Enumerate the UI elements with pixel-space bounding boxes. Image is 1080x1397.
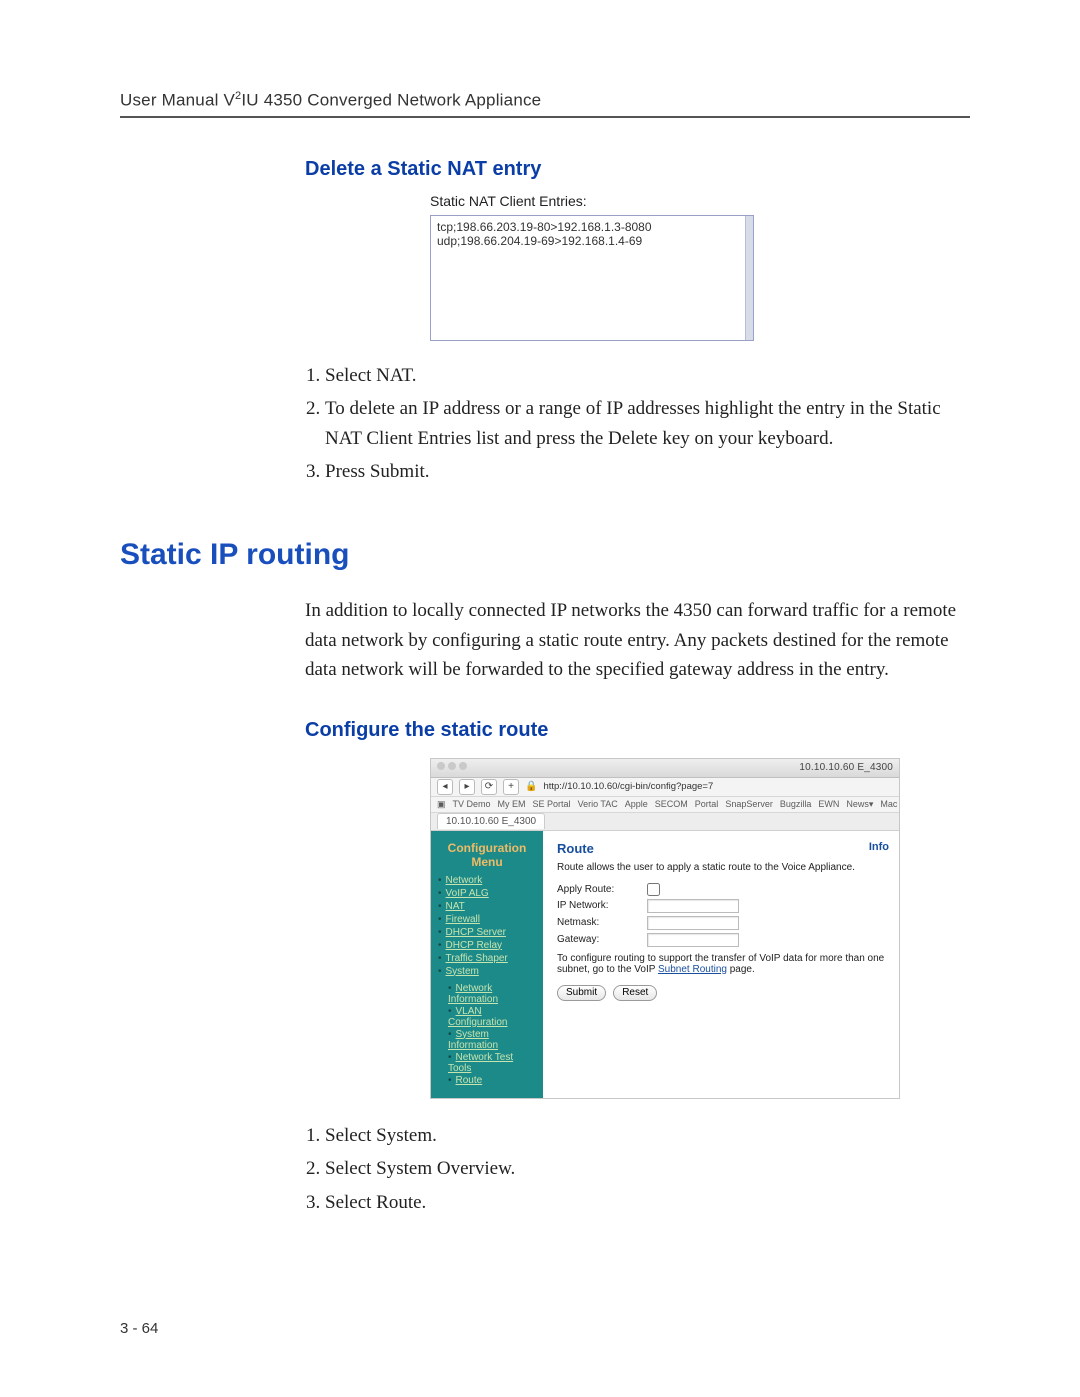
- subnet-routing-link[interactable]: Subnet Routing: [658, 964, 727, 975]
- nav-net-info[interactable]: Network Information: [448, 983, 498, 1005]
- nat-client-entries-figure: Static NAT Client Entries: tcp;198.66.20…: [430, 193, 970, 341]
- bm-0[interactable]: TV Demo: [453, 799, 491, 809]
- nav-system[interactable]: System: [446, 966, 479, 977]
- nat-entries-listbox[interactable]: tcp;198.66.203.19-80>192.168.1.3-8080 ud…: [430, 215, 754, 341]
- page-number: 3 - 64: [120, 1320, 158, 1337]
- netmask-label: Netmask:: [557, 917, 647, 928]
- note-b: page.: [727, 964, 755, 975]
- cfg-step-3: Select Route.: [325, 1186, 970, 1219]
- browser-tab[interactable]: 10.10.10.60 E_4300: [437, 813, 545, 829]
- static-ip-routing-heading: Static IP routing: [120, 538, 970, 572]
- step-3: Press Submit.: [325, 455, 970, 488]
- window-controls[interactable]: [437, 762, 470, 773]
- netmask-input[interactable]: [647, 916, 739, 930]
- configure-route-steps: Select System. Select System Overview. S…: [325, 1119, 970, 1219]
- bm-2[interactable]: SE Portal: [533, 799, 571, 809]
- cfg-step-2: Select System Overview.: [325, 1152, 970, 1185]
- bm-10[interactable]: News▾: [846, 799, 873, 810]
- static-ip-intro: In addition to locally connected IP netw…: [305, 596, 970, 684]
- bm-7[interactable]: SnapServer: [725, 799, 773, 809]
- gateway-label: Gateway:: [557, 934, 647, 945]
- route-note: To configure routing to support the tran…: [557, 953, 889, 975]
- bookmarks-bar[interactable]: ▣ TV Demo My EM SE Portal Verio TAC Appl…: [431, 797, 899, 813]
- route-heading: Route: [557, 841, 594, 856]
- reload-button[interactable]: ⟳: [481, 779, 497, 795]
- info-link[interactable]: Info: [869, 841, 889, 856]
- apply-route-label: Apply Route:: [557, 884, 647, 895]
- bm-11[interactable]: Mac N: [880, 799, 899, 809]
- ip-network-input[interactable]: [647, 899, 739, 913]
- nav-vlan-config[interactable]: VLAN Configuration: [448, 1006, 507, 1028]
- delete-nat-steps: Select NAT. To delete an IP address or a…: [325, 359, 970, 489]
- nav-firewall[interactable]: Firewall: [446, 914, 480, 925]
- step-1: Select NAT.: [325, 359, 970, 392]
- gateway-input[interactable]: [647, 933, 739, 947]
- forward-button[interactable]: ▸: [459, 779, 475, 795]
- address-bar[interactable]: http://10.10.10.60/cgi-bin/config?page=7: [543, 781, 893, 792]
- back-button[interactable]: ◂: [437, 779, 453, 795]
- page-header: User Manual V2IU 4350 Converged Network …: [120, 90, 970, 118]
- step-2: To delete an IP address or a range of IP…: [325, 392, 970, 455]
- nav-traffic-shaper[interactable]: Traffic Shaper: [446, 953, 508, 964]
- sidebar-title-1: Configuration: [438, 841, 536, 855]
- bookmarks-icon: ▣: [437, 799, 446, 810]
- header-prefix: User Manual V: [120, 91, 235, 110]
- header-suffix: IU 4350 Converged Network Appliance: [241, 91, 541, 110]
- ip-network-label: IP Network:: [557, 900, 647, 911]
- nav-dhcp-server[interactable]: DHCP Server: [446, 927, 506, 938]
- nat-entries-label: Static NAT Client Entries:: [430, 193, 970, 209]
- apply-route-checkbox[interactable]: [647, 883, 660, 896]
- nav-network[interactable]: Network: [446, 875, 483, 886]
- nav-sys-info[interactable]: System Information: [448, 1029, 498, 1051]
- submit-button[interactable]: Submit: [557, 985, 606, 1001]
- nav-dhcp-relay[interactable]: DHCP Relay: [446, 940, 503, 951]
- bm-9[interactable]: EWN: [818, 799, 839, 809]
- nav-net-test[interactable]: Network Test Tools: [448, 1052, 513, 1074]
- configure-route-heading: Configure the static route: [305, 719, 970, 742]
- reset-button[interactable]: Reset: [613, 985, 657, 1001]
- sidebar-title-2: Menu: [438, 855, 536, 869]
- route-screenshot: 10.10.10.60 E_4300 ◂ ▸ ⟳ + 🔒 http://10.1…: [430, 758, 900, 1099]
- window-title: 10.10.10.60 E_4300: [799, 762, 893, 773]
- bm-4[interactable]: Apple: [625, 799, 648, 809]
- nav-route[interactable]: Route: [456, 1075, 483, 1086]
- bm-1[interactable]: My EM: [498, 799, 526, 809]
- config-sidebar: Configuration Menu Network VoIP ALG NAT …: [431, 831, 543, 1098]
- cfg-step-1: Select System.: [325, 1119, 970, 1152]
- bm-3[interactable]: Verio TAC: [578, 799, 618, 809]
- route-desc: Route allows the user to apply a static …: [557, 862, 889, 873]
- add-button[interactable]: +: [503, 779, 519, 795]
- bm-5[interactable]: SECOM: [655, 799, 688, 809]
- nav-voip-alg[interactable]: VoIP ALG: [446, 888, 489, 899]
- delete-nat-heading: Delete a Static NAT entry: [305, 158, 970, 181]
- bm-8[interactable]: Bugzilla: [780, 799, 812, 809]
- lock-icon: 🔒: [525, 781, 537, 792]
- route-pane: Route Info Route allows the user to appl…: [543, 831, 899, 1098]
- nav-nat[interactable]: NAT: [446, 901, 465, 912]
- bm-6[interactable]: Portal: [695, 799, 719, 809]
